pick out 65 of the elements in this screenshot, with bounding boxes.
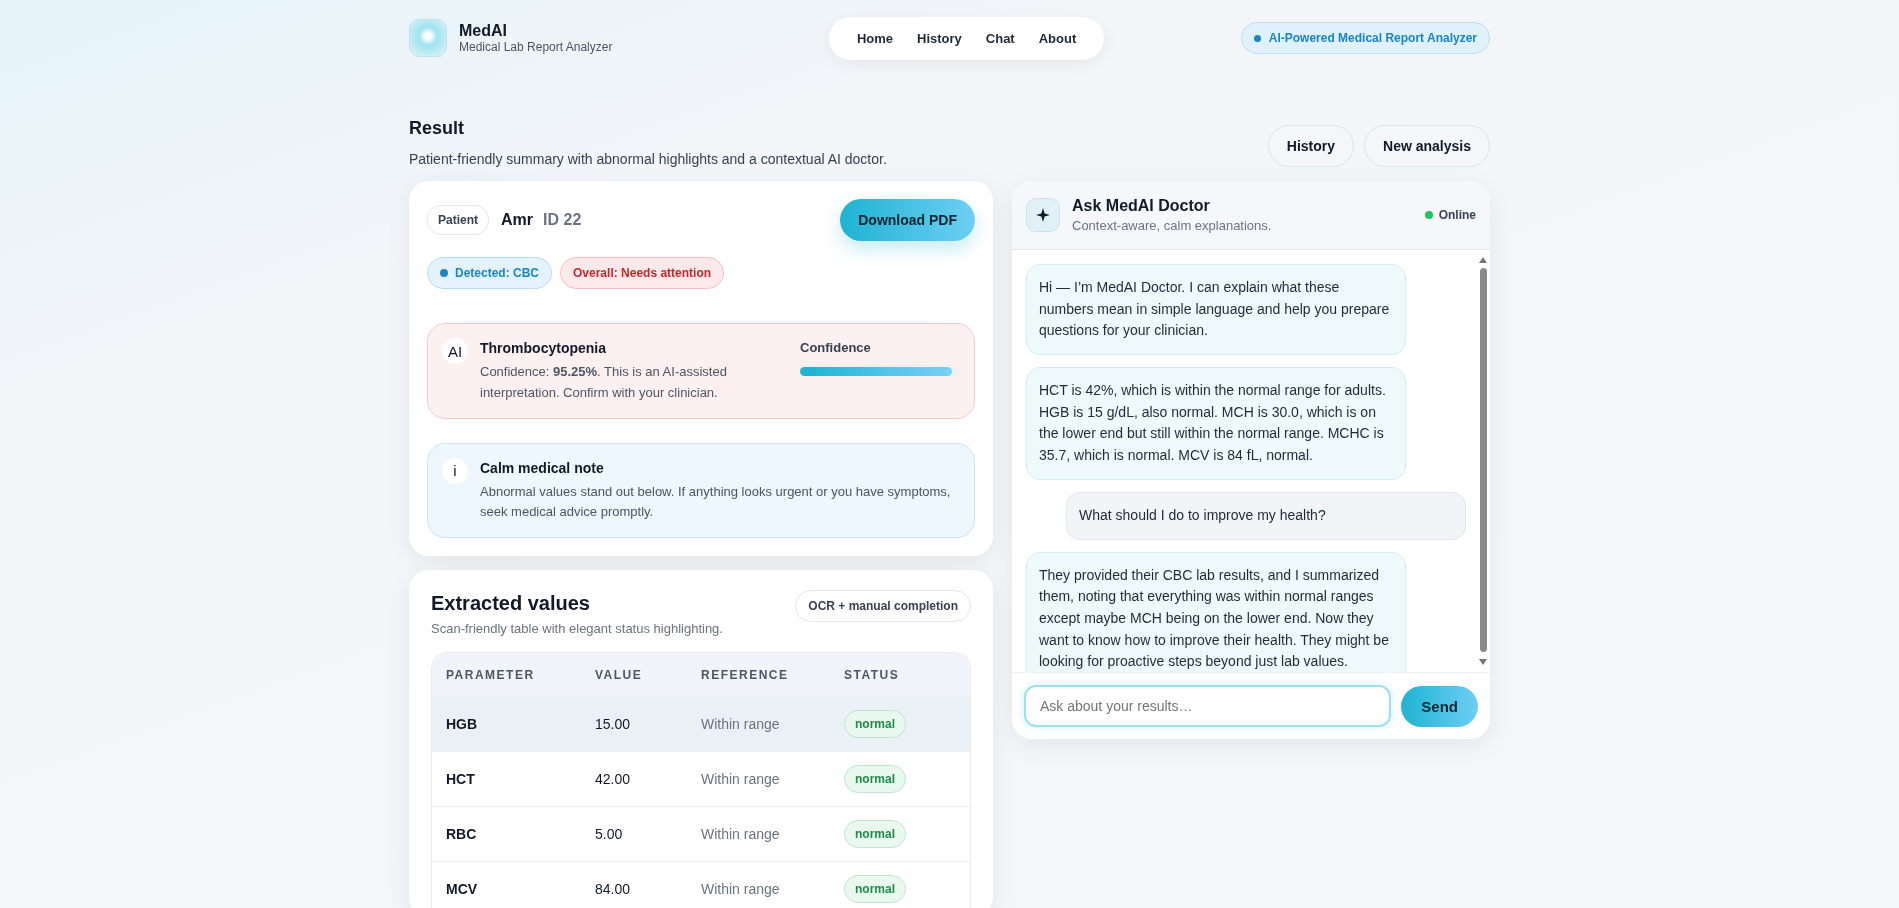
- value-cell-text: 5.00: [595, 826, 624, 843]
- chat-subtitle: Context-aware, calm explanations.: [1072, 218, 1273, 233]
- column-header: VALUE: [595, 667, 644, 682]
- patient-id: ID 22: [543, 211, 582, 229]
- column-header: REFERENCE: [701, 667, 790, 682]
- chip-text: Detected: CBC: [455, 266, 539, 280]
- brand-name: MedAI: [459, 22, 508, 40]
- dot-icon: [440, 269, 448, 277]
- status-pill: normal: [844, 875, 906, 904]
- value-cell-text: 42.00: [595, 771, 632, 788]
- chip-text: Overall: Needs attention: [573, 266, 712, 280]
- assistant-message: They provided their CBC lab results, and I summarized them, noting that everything was within normal ranges except maybe MCH being on the lower end. Now they want to know how to improve their health. They might be looking for proactive steps beyond just lab values.: [1026, 551, 1406, 672]
- nav-link[interactable]: About: [1028, 30, 1087, 46]
- scroll-down-arrow-icon[interactable]: [1478, 658, 1488, 666]
- reference-cell-text: Within range: [701, 881, 781, 898]
- reference-cell-text: Within range: [701, 826, 781, 843]
- reference-cell-text: Within range: [701, 771, 781, 788]
- nav-link[interactable]: Chat: [975, 30, 1025, 46]
- page-title: Result: [409, 118, 465, 139]
- send-button[interactable]: Send: [1401, 685, 1478, 727]
- status-text: Online: [1438, 208, 1476, 222]
- value-cell-text: 15.00: [595, 716, 632, 733]
- info-icon: i: [442, 457, 468, 484]
- assistant-message: HCT is 42%, which is within the normal range for adults. HGB is 15 g/dL, also normal. MCH is 30.0, which is on the lower end but still within the normal range. MCHC is 35.7, which is normal. MCV is 84 fL, normal.: [1026, 367, 1406, 480]
- note-text: Abnormal values stand out below. If anything looks urgent or you have symptoms, seek medical advice promptly.: [480, 482, 952, 522]
- parameter-cell-text: MCV: [446, 881, 479, 898]
- table-row[interactable]: MCV 84.00 Within range normal: [432, 861, 970, 908]
- column-header: PARAMETER: [446, 667, 536, 682]
- diagnosis-text: Confidence: 95.25%. This is an AI-assisted interpretation. Confirm with your clinician.: [480, 363, 728, 402]
- nav-link[interactable]: History: [907, 30, 972, 46]
- download-pdf-button[interactable]: Download PDF: [840, 199, 975, 241]
- value-cell-text: 84.00: [595, 881, 632, 898]
- assistant-message: Hi — I’m MedAI Doctor. I can explain what these numbers mean in simple language and help you prepare questions for your clinician.: [1026, 264, 1406, 356]
- section-title: Extracted values: [431, 592, 591, 616]
- parameter-cell-text: RBC: [446, 826, 478, 843]
- user-message: What should I do to improve my health?: [1066, 491, 1466, 540]
- table-row[interactable]: RBC 5.00 Within range normal: [432, 806, 970, 862]
- badge-dot-icon: [1253, 34, 1261, 42]
- badge-text: AI-Powered Medical Report Analyzer: [1268, 31, 1477, 45]
- diagnosis-title: Thrombocytopenia: [480, 340, 607, 356]
- nav-link[interactable]: Home: [846, 30, 903, 46]
- logo-icon: [409, 19, 447, 57]
- table-row[interactable]: HGB 15.00 Within range normal: [432, 696, 970, 752]
- sparkle-icon: [1026, 198, 1060, 232]
- status-pill: normal: [844, 820, 906, 849]
- page-subtitle: Patient-friendly summary with abnormal highlights and a contextual AI doctor.: [409, 151, 887, 167]
- status-pill: normal: [844, 765, 906, 794]
- parameter-cell-text: HCT: [446, 771, 476, 788]
- patient-tag: Patient: [427, 205, 489, 235]
- scroll-up-arrow-icon[interactable]: [1478, 256, 1488, 264]
- column-header: STATUS: [844, 667, 901, 682]
- ai-icon: AI: [442, 338, 468, 364]
- status-pill: normal: [844, 710, 906, 739]
- reference-cell-text: Within range: [701, 716, 781, 733]
- action-button[interactable]: History: [1267, 125, 1355, 167]
- note-title: Calm medical note: [480, 459, 605, 476]
- table-row[interactable]: HCT 42.00 Within range normal: [432, 751, 970, 807]
- confidence-label: Confidence: [800, 340, 872, 355]
- chat-title: Ask MedAI Doctor: [1072, 197, 1211, 215]
- section-subtitle: Scan-friendly table with elegant status highlighting.: [431, 621, 723, 637]
- brand-tagline: Medical Lab Report Analyzer: [459, 40, 613, 54]
- action-button[interactable]: New analysis: [1364, 125, 1490, 167]
- parameter-cell-text: HGB: [446, 716, 479, 733]
- chat-input[interactable]: Ask about your results…: [1024, 685, 1392, 727]
- patient-name: Amr: [501, 211, 534, 229]
